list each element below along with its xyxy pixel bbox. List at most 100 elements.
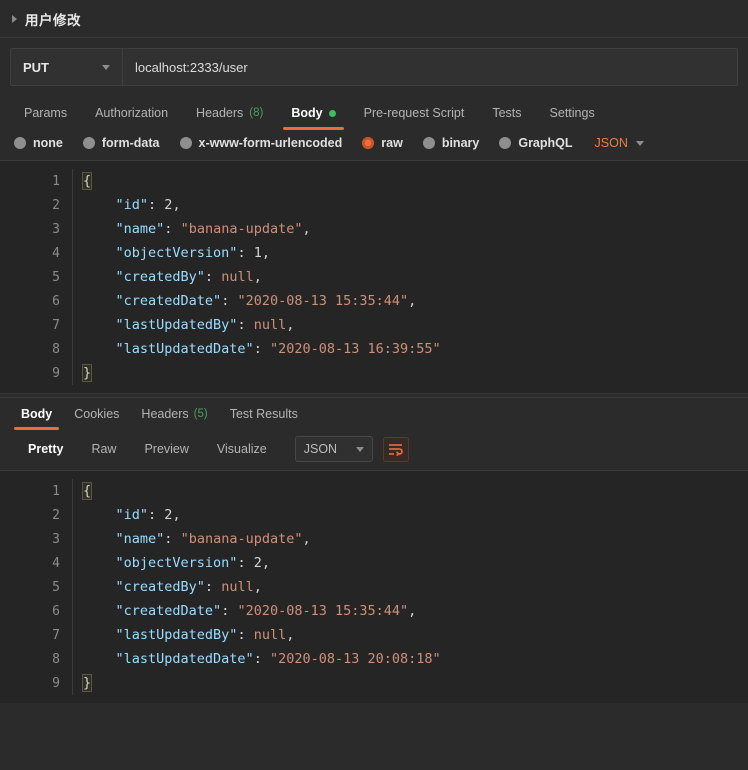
tab-pre-request-script[interactable]: Pre-request Script bbox=[350, 96, 479, 130]
tab-params[interactable]: Params bbox=[10, 96, 81, 130]
code-token: , bbox=[262, 555, 270, 571]
code-token: : bbox=[237, 317, 253, 333]
code-token bbox=[83, 197, 116, 213]
radio-label: x-www-form-urlencoded bbox=[199, 136, 343, 150]
http-method-label: PUT bbox=[23, 60, 49, 75]
code-token bbox=[83, 555, 116, 571]
response-view-preview[interactable]: Preview bbox=[130, 437, 202, 461]
code-content[interactable]: "name": "banana-update", bbox=[72, 527, 748, 551]
line-number: 9 bbox=[0, 676, 72, 691]
line-number: 7 bbox=[0, 318, 72, 333]
code-token: null bbox=[254, 627, 287, 643]
code-content[interactable]: } bbox=[72, 671, 748, 695]
tab-settings[interactable]: Settings bbox=[536, 96, 609, 130]
code-content[interactable]: } bbox=[72, 361, 748, 385]
response-tab-headers[interactable]: Headers (5) bbox=[130, 398, 218, 430]
request-code-line: 1{ bbox=[0, 169, 748, 193]
code-token: , bbox=[262, 245, 270, 261]
code-content[interactable]: "objectVersion": 2, bbox=[72, 551, 748, 575]
response-tab-cookies[interactable]: Cookies bbox=[63, 398, 130, 430]
body-type-graphql[interactable]: GraphQL bbox=[499, 136, 572, 150]
response-format-select[interactable]: JSON bbox=[295, 436, 373, 462]
code-token: null bbox=[254, 317, 287, 333]
response-code-line: 6 "createdDate": "2020-08-13 15:35:44", bbox=[0, 599, 748, 623]
line-number: 6 bbox=[0, 294, 72, 309]
code-token: { bbox=[83, 173, 91, 189]
line-number: 5 bbox=[0, 270, 72, 285]
code-content[interactable]: "lastUpdatedDate": "2020-08-13 20:08:18" bbox=[72, 647, 748, 671]
response-body-editor[interactable]: 1{2 "id": 2,3 "name": "banana-update",4 … bbox=[0, 470, 748, 703]
code-content[interactable]: "createdDate": "2020-08-13 15:35:44", bbox=[72, 599, 748, 623]
code-content[interactable]: { bbox=[72, 479, 748, 503]
request-code-line: 7 "lastUpdatedBy": null, bbox=[0, 313, 748, 337]
response-view-pretty[interactable]: Pretty bbox=[14, 437, 77, 461]
url-input[interactable]: localhost:2333/user bbox=[123, 49, 737, 85]
response-tab-test-results[interactable]: Test Results bbox=[219, 398, 309, 430]
code-token: "createdBy" bbox=[116, 269, 205, 285]
tab-label: Cookies bbox=[74, 407, 119, 421]
body-type-none[interactable]: none bbox=[14, 136, 63, 150]
tab-label: Headers bbox=[141, 407, 188, 421]
code-content[interactable]: "lastUpdatedDate": "2020-08-13 16:39:55" bbox=[72, 337, 748, 361]
code-token: 2 bbox=[164, 197, 172, 213]
line-number: 8 bbox=[0, 342, 72, 357]
chevron-down-icon bbox=[102, 65, 110, 70]
code-token bbox=[83, 603, 116, 619]
body-type-form-data[interactable]: form-data bbox=[83, 136, 160, 150]
body-type-binary[interactable]: binary bbox=[423, 136, 480, 150]
tab-label: Settings bbox=[550, 106, 595, 120]
chevron-down-icon bbox=[636, 141, 644, 146]
code-token: "2020-08-13 15:35:44" bbox=[237, 293, 408, 309]
tab-label: Params bbox=[24, 106, 67, 120]
tab-label: Pre-request Script bbox=[364, 106, 465, 120]
request-code-line: 2 "id": 2, bbox=[0, 193, 748, 217]
caret-right-icon[interactable] bbox=[12, 15, 17, 23]
code-content[interactable]: "objectVersion": 1, bbox=[72, 241, 748, 265]
line-number: 5 bbox=[0, 580, 72, 595]
code-token: "objectVersion" bbox=[116, 555, 238, 571]
line-number: 3 bbox=[0, 222, 72, 237]
response-view-visualize[interactable]: Visualize bbox=[203, 437, 281, 461]
response-code-line: 1{ bbox=[0, 479, 748, 503]
response-code-line: 5 "createdBy": null, bbox=[0, 575, 748, 599]
tab-body[interactable]: Body bbox=[277, 96, 349, 130]
body-type-raw[interactable]: raw bbox=[362, 136, 403, 150]
code-token: : bbox=[205, 579, 221, 595]
tab-authorization[interactable]: Authorization bbox=[81, 96, 182, 130]
response-code-line: 9} bbox=[0, 671, 748, 695]
line-number: 1 bbox=[0, 174, 72, 189]
radio-selected-icon bbox=[362, 137, 374, 149]
code-content[interactable]: "id": 2, bbox=[72, 193, 748, 217]
code-content[interactable]: "lastUpdatedBy": null, bbox=[72, 623, 748, 647]
code-token: null bbox=[221, 269, 254, 285]
request-code-line: 4 "objectVersion": 1, bbox=[0, 241, 748, 265]
body-format-select[interactable]: JSON bbox=[595, 136, 644, 150]
body-type-x-www-form-urlencoded[interactable]: x-www-form-urlencoded bbox=[180, 136, 343, 150]
code-token: , bbox=[286, 627, 294, 643]
code-content[interactable]: "createdBy": null, bbox=[72, 265, 748, 289]
code-token: , bbox=[172, 197, 180, 213]
wrap-lines-button[interactable] bbox=[383, 437, 409, 462]
line-number: 2 bbox=[0, 198, 72, 213]
request-body-editor[interactable]: 1{2 "id": 2,3 "name": "banana-update",4 … bbox=[0, 160, 748, 393]
code-token: , bbox=[172, 507, 180, 523]
code-content[interactable]: "name": "banana-update", bbox=[72, 217, 748, 241]
tab-tests[interactable]: Tests bbox=[478, 96, 535, 130]
code-content[interactable]: "lastUpdatedBy": null, bbox=[72, 313, 748, 337]
http-method-select[interactable]: PUT bbox=[11, 49, 123, 85]
response-view-raw[interactable]: Raw bbox=[77, 437, 130, 461]
wrap-lines-icon bbox=[388, 443, 403, 456]
tab-headers[interactable]: Headers (8) bbox=[182, 96, 277, 130]
code-content[interactable]: "id": 2, bbox=[72, 503, 748, 527]
code-token: "id" bbox=[116, 197, 149, 213]
tab-label: Headers bbox=[196, 106, 243, 120]
code-token bbox=[83, 245, 116, 261]
code-content[interactable]: "createdBy": null, bbox=[72, 575, 748, 599]
code-token: { bbox=[83, 483, 91, 499]
code-token: , bbox=[254, 579, 262, 595]
code-token: 1 bbox=[254, 245, 262, 261]
code-content[interactable]: { bbox=[72, 169, 748, 193]
page-title: 用户修改 bbox=[25, 9, 81, 29]
response-tab-body[interactable]: Body bbox=[10, 398, 63, 430]
code-content[interactable]: "createdDate": "2020-08-13 15:35:44", bbox=[72, 289, 748, 313]
